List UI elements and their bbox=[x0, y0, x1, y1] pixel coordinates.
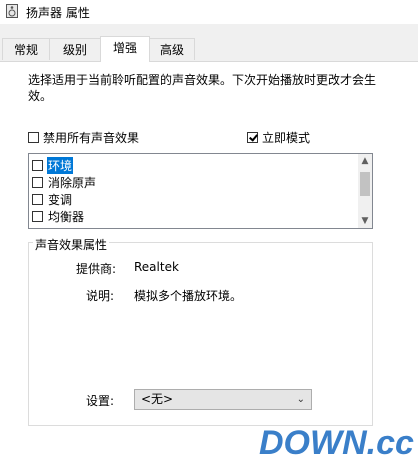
effects-list[interactable]: 环境 消除原声 变调 均衡器 ▲ ▼ bbox=[28, 153, 373, 229]
checkbox-box[interactable] bbox=[32, 193, 43, 205]
effect-label: 变调 bbox=[48, 192, 73, 207]
effects-list-scrollbar[interactable]: ▲ ▼ bbox=[358, 154, 372, 228]
disable-all-effects-checkbox[interactable]: 禁用所有声音效果 bbox=[28, 129, 139, 146]
checkbox-box-checked[interactable] bbox=[247, 132, 258, 143]
provider-value: Realtek bbox=[134, 260, 179, 274]
down-cc-watermark-logo: DOWN.cc bbox=[259, 424, 414, 462]
effect-label: 消除原声 bbox=[48, 175, 97, 190]
checkbox-box[interactable] bbox=[28, 132, 39, 143]
effect-description-value: 模拟多个播放环境。 bbox=[134, 289, 243, 303]
chevron-down-icon: ⌄ bbox=[296, 394, 305, 405]
immediate-mode-checkbox[interactable]: 立即模式 bbox=[247, 129, 310, 146]
disable-all-effects-label: 禁用所有声音效果 bbox=[43, 131, 140, 145]
checkbox-box[interactable] bbox=[32, 159, 43, 171]
scroll-up-icon[interactable]: ▲ bbox=[358, 154, 372, 168]
setting-dropdown-value: <无> bbox=[141, 392, 174, 406]
svg-text:DOWN.cc: DOWN.cc bbox=[259, 424, 414, 462]
setting-dropdown[interactable]: <无> ⌄ bbox=[134, 389, 312, 410]
effect-label: 均衡器 bbox=[48, 209, 85, 224]
immediate-mode-label: 立即模式 bbox=[262, 131, 311, 145]
tab-advanced[interactable]: 高级 bbox=[149, 38, 195, 60]
enhancement-description: 选择适用于当前聆听配置的声音效果。下次开始播放时更改才会生效。 bbox=[28, 73, 377, 103]
provider-label: 提供商: bbox=[76, 262, 117, 276]
effect-description-label: 说明: bbox=[86, 289, 115, 303]
title-bar: 扬声器 属性 bbox=[0, 0, 418, 24]
effect-item-voice-cancellation[interactable]: 消除原声 bbox=[32, 174, 97, 190]
setting-label: 设置: bbox=[86, 394, 115, 408]
scroll-down-icon[interactable]: ▼ bbox=[358, 214, 372, 228]
effect-item-equalizer[interactable]: 均衡器 bbox=[32, 208, 85, 224]
tab-levels[interactable]: 级别 bbox=[49, 38, 101, 60]
speaker-icon bbox=[6, 4, 18, 18]
tab-enhancements[interactable]: 增强 bbox=[100, 36, 150, 62]
checkbox-box[interactable] bbox=[32, 176, 43, 188]
tab-strip: 常规 级别 增强 高级 bbox=[0, 36, 418, 62]
effect-label: 环境 bbox=[47, 156, 74, 174]
checkbox-box[interactable] bbox=[32, 210, 43, 222]
scroll-thumb[interactable] bbox=[360, 172, 370, 196]
effect-properties-title: 声音效果属性 bbox=[33, 236, 110, 253]
effect-item-pitch-shift[interactable]: 变调 bbox=[32, 191, 73, 207]
window-title: 扬声器 属性 bbox=[26, 6, 90, 20]
tab-general[interactable]: 常规 bbox=[2, 38, 50, 60]
effect-item-environment[interactable]: 环境 bbox=[32, 156, 74, 174]
